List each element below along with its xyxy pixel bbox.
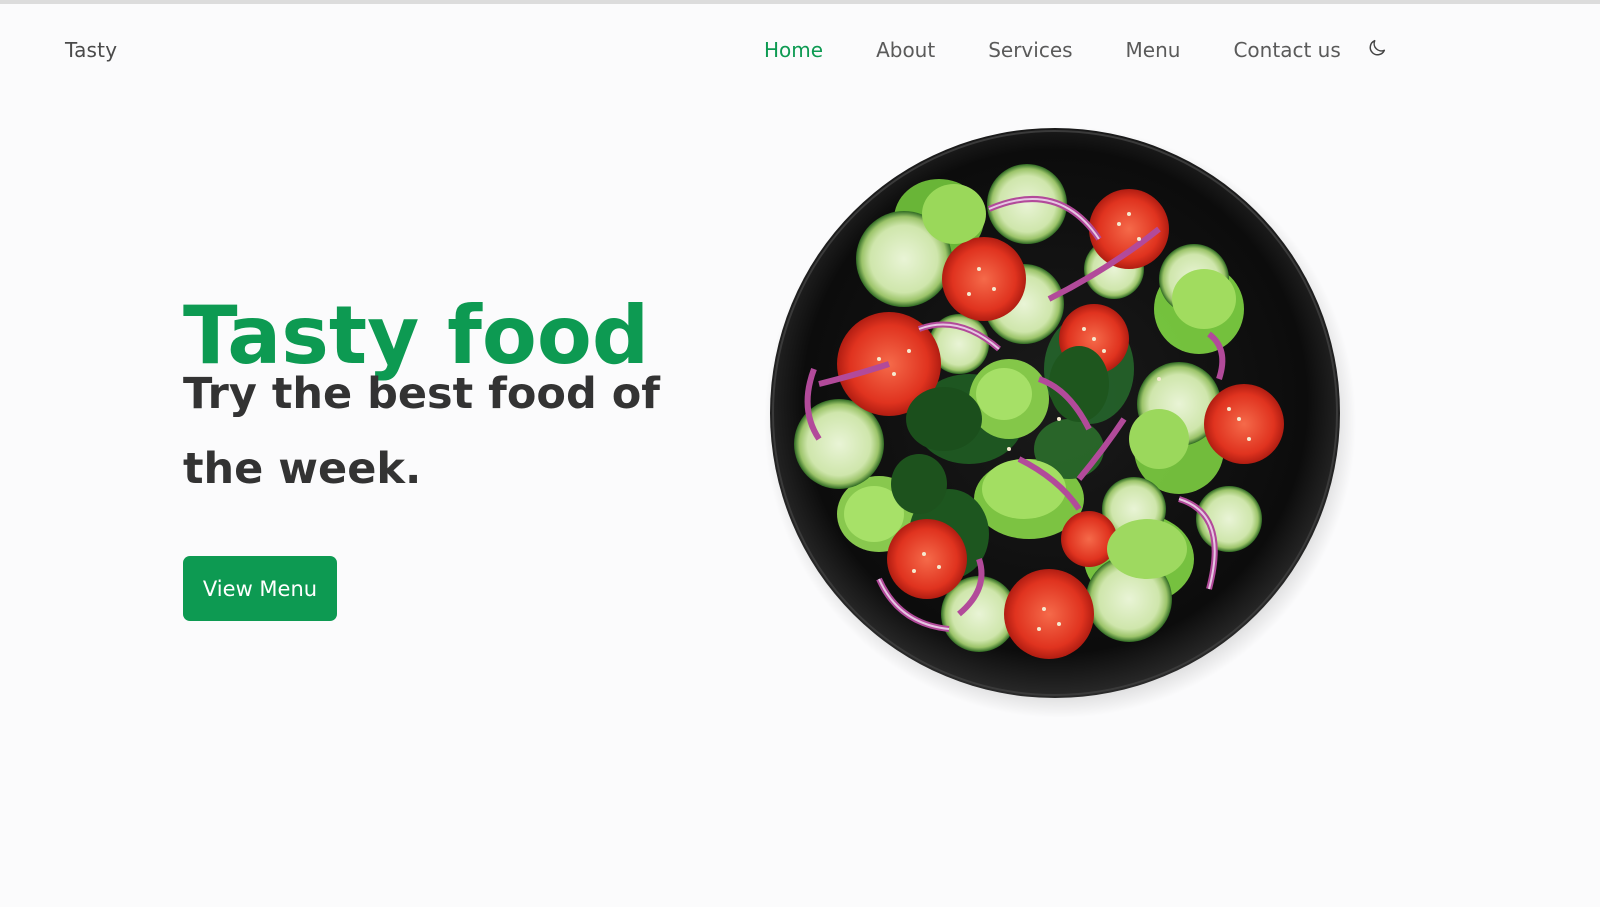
nav-link-home[interactable]: Home [764, 38, 823, 62]
nav-link-menu[interactable]: Menu [1126, 38, 1181, 62]
site-header: Tasty Home About Services Menu Contact u… [0, 4, 1600, 96]
hero-subtitle: Try the best food of the week. [183, 369, 660, 494]
moon-icon[interactable] [1366, 37, 1388, 59]
brand-logo[interactable]: Tasty [65, 38, 117, 62]
nav-link-about[interactable]: About [876, 38, 935, 62]
salad-plate-image [759, 119, 1357, 718]
view-menu-button[interactable]: View Menu [183, 556, 337, 621]
nav-link-services[interactable]: Services [988, 38, 1072, 62]
nav-link-contact[interactable]: Contact us [1233, 38, 1340, 62]
main-nav: Home About Services Menu Contact us [764, 38, 1388, 62]
